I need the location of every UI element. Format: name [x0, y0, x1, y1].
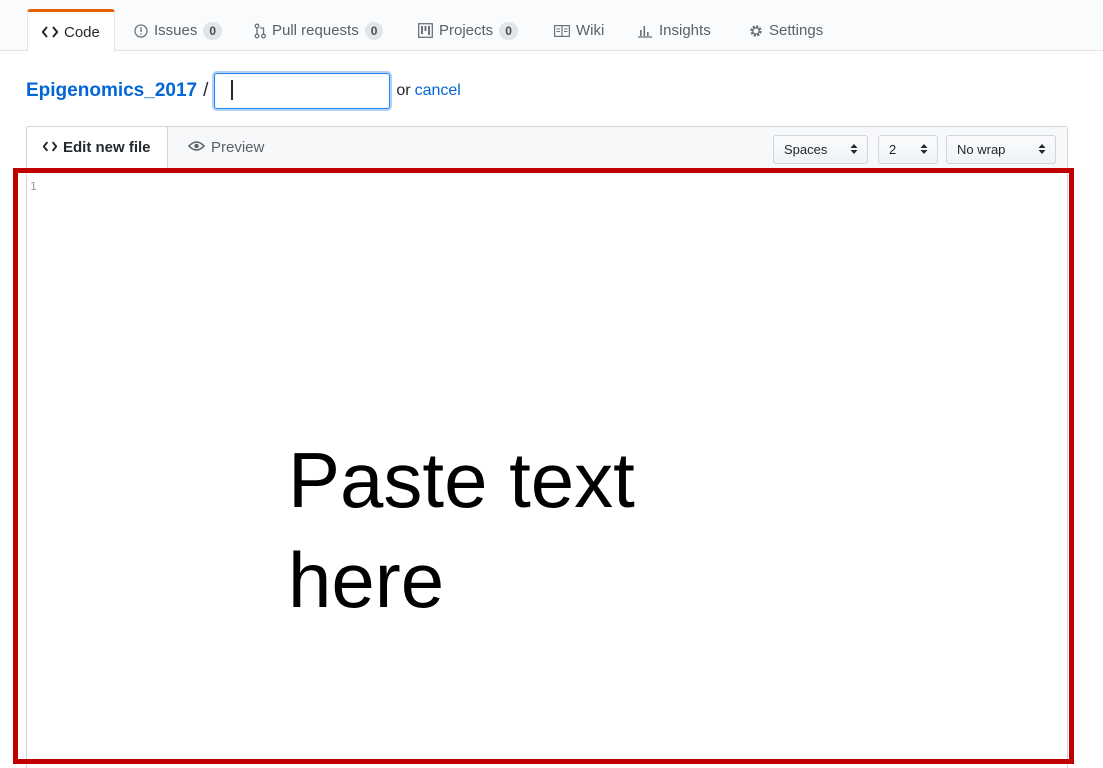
tab-label: Settings	[769, 22, 824, 39]
tab-settings[interactable]: Settings	[735, 9, 837, 52]
wrap-mode-select[interactable]: No wrap	[946, 135, 1056, 164]
filename-input[interactable]	[214, 73, 391, 109]
editor-toolbar: Edit new file Preview Spaces 2 No wrap	[26, 126, 1067, 169]
tab-edit-new-file[interactable]: Edit new file	[26, 126, 168, 169]
project-icon	[418, 23, 433, 38]
code-icon	[42, 139, 58, 156]
tab-preview[interactable]: Preview	[172, 126, 280, 169]
indent-size-select[interactable]: 2	[878, 135, 938, 164]
tab-issues[interactable]: Issues 0	[120, 9, 236, 52]
tab-label: Edit new file	[63, 139, 151, 156]
repo-link[interactable]: Epigenomics_2017	[26, 80, 197, 102]
indent-mode-select[interactable]: Spaces	[773, 135, 868, 164]
path-separator: /	[203, 80, 209, 101]
tab-label: Preview	[211, 139, 265, 156]
text-cursor	[231, 80, 233, 100]
tab-code[interactable]: Code	[27, 9, 115, 52]
pull-request-icon	[254, 23, 266, 39]
code-icon	[42, 26, 58, 38]
tab-label: Wiki	[576, 22, 605, 39]
book-icon	[554, 24, 570, 37]
tab-label: Issues	[154, 22, 198, 39]
paste-instruction-line2: here	[288, 536, 445, 624]
graph-icon	[637, 24, 653, 38]
issues-count: 0	[203, 21, 223, 40]
select-arrows-icon	[920, 143, 928, 158]
paste-instruction: Paste text here	[288, 430, 808, 630]
issue-icon	[134, 23, 148, 38]
gear-icon	[749, 24, 763, 38]
indent-size-value: 2	[889, 142, 897, 157]
indent-mode-value: Spaces	[784, 142, 828, 157]
eye-icon	[187, 139, 206, 156]
wrap-mode-value: No wrap	[957, 142, 1006, 157]
tab-label: Code	[64, 23, 100, 41]
or-label: or	[396, 82, 411, 99]
select-arrows-icon	[850, 143, 858, 158]
tab-insights[interactable]: Insights	[623, 9, 725, 52]
repo-nav: Code Issues 0 Pull requests 0 Projects 0…	[0, 0, 1103, 52]
tab-label: Insights	[659, 22, 711, 39]
cancel-link[interactable]: cancel	[415, 82, 461, 100]
breadcrumb: Epigenomics_2017 / or cancel	[26, 72, 461, 110]
pull-requests-count: 0	[364, 21, 384, 40]
paste-instruction-line1: Paste text	[288, 436, 635, 524]
tab-label: Pull requests	[272, 22, 359, 39]
projects-count: 0	[499, 21, 518, 40]
tab-projects[interactable]: Projects 0	[404, 9, 532, 52]
tab-pull-requests[interactable]: Pull requests 0	[240, 9, 397, 52]
tab-label: Projects	[439, 22, 494, 39]
tab-wiki[interactable]: Wiki	[540, 9, 618, 52]
select-arrows-icon	[1038, 143, 1046, 158]
